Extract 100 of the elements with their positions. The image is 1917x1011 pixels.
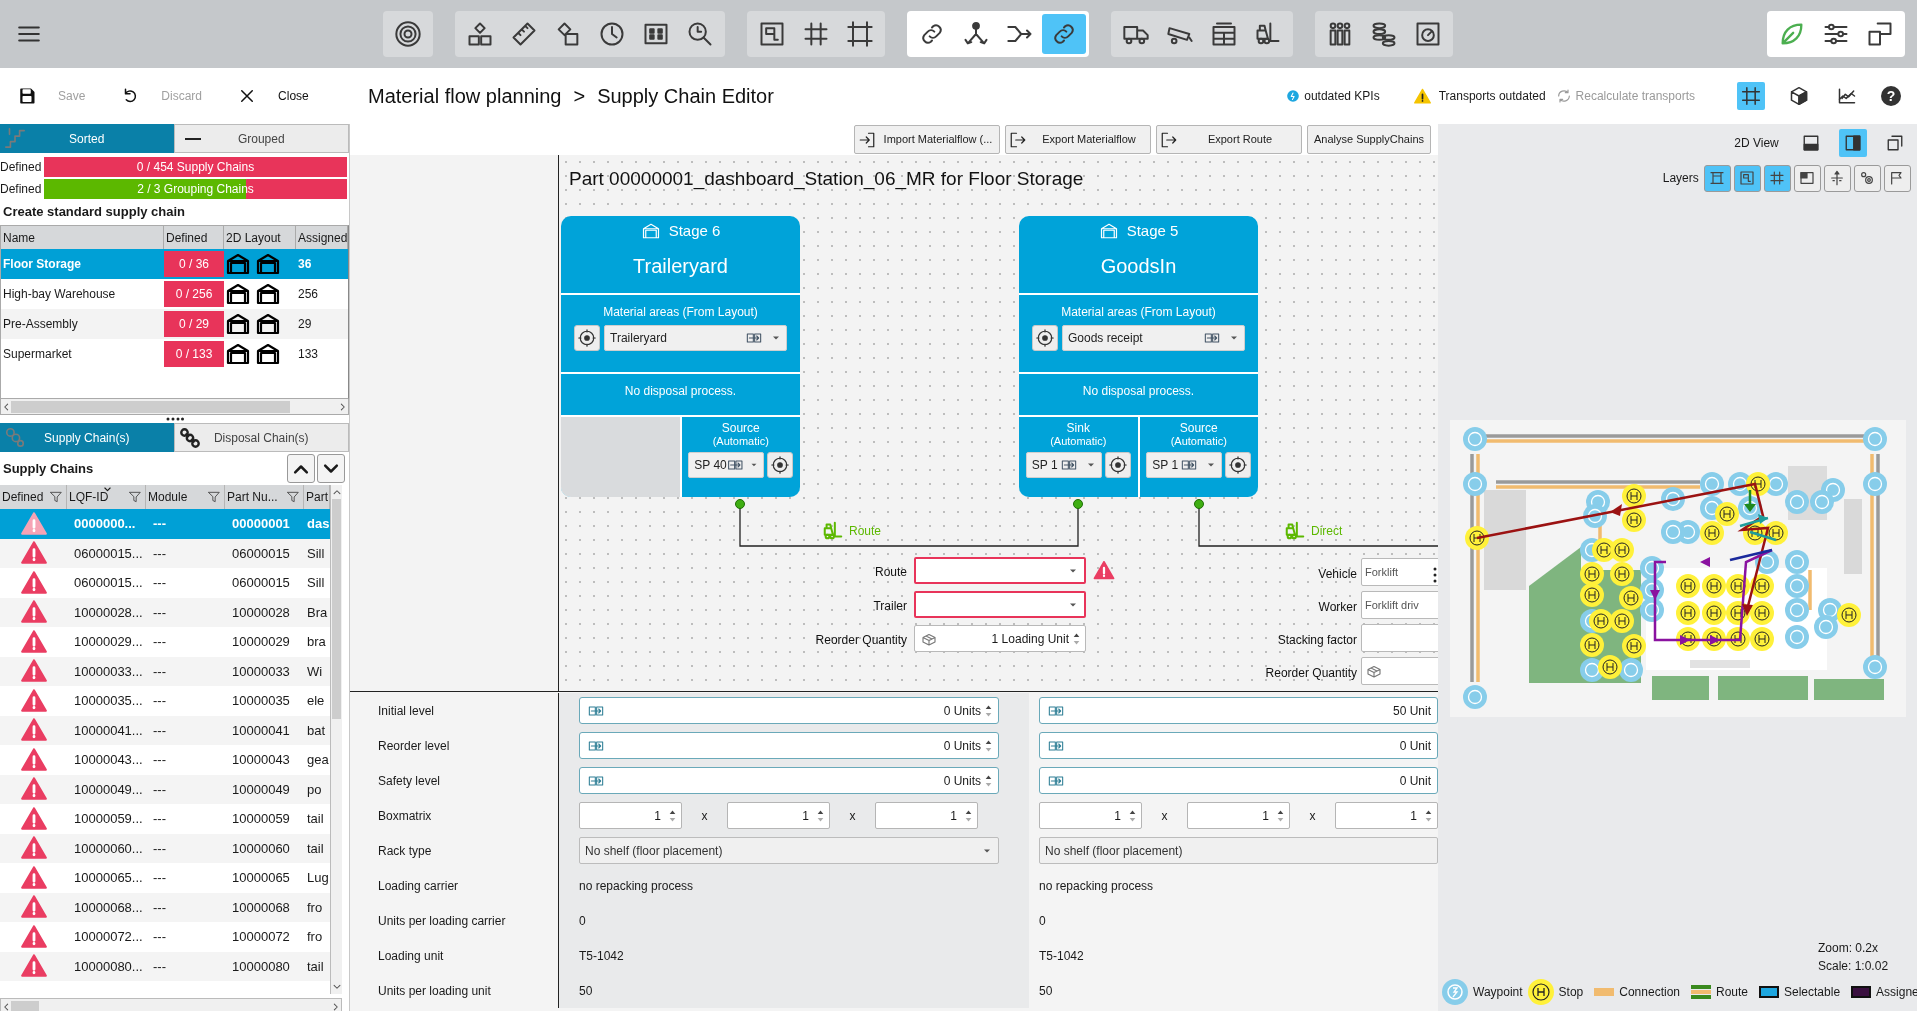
table-cell-text: fro bbox=[306, 928, 324, 946]
flag-button[interactable] bbox=[1883, 164, 1911, 192]
scrollbar-thumb[interactable] bbox=[11, 1001, 39, 1011]
chain-button[interactable] bbox=[1042, 14, 1086, 54]
analyse-button[interactable]: Analyse SupplyChains bbox=[1307, 125, 1431, 154]
warehouse-icon bbox=[256, 342, 280, 366]
column-header[interactable]: Module bbox=[148, 488, 188, 506]
filter-icon[interactable] bbox=[128, 490, 142, 504]
table-row[interactable]: 06000015... --- 06000015 Sill bbox=[0, 538, 330, 568]
filter-icon[interactable] bbox=[207, 490, 221, 504]
number-field[interactable]: 1 bbox=[579, 802, 682, 829]
unit-field[interactable]: 0 Unit bbox=[1039, 732, 1438, 759]
select-field[interactable]: No shelf (floor placement) bbox=[1039, 837, 1438, 864]
table-row[interactable]: Pre-Assembly 0 / 29 29 bbox=[1, 309, 348, 339]
point-dropdown[interactable]: SP 40 bbox=[688, 452, 765, 478]
table-row[interactable]: 10000080... --- 10000080 tail bbox=[0, 951, 330, 981]
locate-button[interactable] bbox=[1225, 452, 1252, 478]
help-button[interactable]: ? bbox=[1881, 86, 1901, 106]
export-button[interactable]: Export Materialflow bbox=[1005, 125, 1151, 154]
import-button[interactable]: Import Materialflow (... bbox=[854, 125, 1000, 154]
point-dropdown[interactable]: SP 1 bbox=[1025, 452, 1102, 478]
splitter-handle[interactable] bbox=[165, 417, 184, 421]
table-row[interactable]: 10000068... --- 10000068 fro bbox=[0, 892, 330, 922]
filter-icon[interactable] bbox=[49, 490, 63, 504]
field-label: Reorder Quantity bbox=[1264, 665, 1357, 682]
floorplan-button[interactable] bbox=[1733, 164, 1761, 192]
number-field[interactable]: 1 bbox=[727, 802, 830, 829]
scrollbar-thumb[interactable] bbox=[11, 400, 290, 413]
table-row[interactable]: 10000049... --- 10000049 po bbox=[0, 774, 330, 804]
column-header[interactable]: Part bbox=[306, 488, 328, 506]
tab[interactable]: Supply Chain(s) bbox=[0, 423, 174, 452]
tab[interactable]: Disposal Chain(s) bbox=[173, 423, 349, 452]
tab[interactable]: Sorted bbox=[0, 124, 174, 153]
table-row[interactable]: 10000041... --- 10000041 bat bbox=[0, 715, 330, 745]
select-field[interactable]: No shelf (floor placement) bbox=[579, 837, 999, 864]
table-cell-text: tail bbox=[306, 810, 325, 828]
gears-button[interactable] bbox=[1853, 164, 1881, 192]
unit-field[interactable]: 50 Unit bbox=[1039, 697, 1438, 724]
panelright-icon bbox=[1843, 134, 1862, 152]
quantity-field[interactable] bbox=[1361, 657, 1438, 685]
horizontal-scrollbar[interactable] bbox=[0, 998, 342, 1011]
number-field[interactable]: 1 bbox=[875, 802, 978, 829]
compass-button[interactable] bbox=[1823, 164, 1851, 192]
move-up-button[interactable] bbox=[287, 454, 315, 483]
sort-icon[interactable] bbox=[103, 485, 112, 494]
locate-button[interactable] bbox=[574, 325, 600, 351]
locate-button[interactable] bbox=[1104, 452, 1131, 478]
breadcrumb-link[interactable]: Material flow planning bbox=[368, 81, 562, 111]
select-field[interactable] bbox=[914, 591, 1086, 618]
tab[interactable]: Grouped bbox=[173, 124, 349, 153]
section-heading: Supply Chains bbox=[3, 459, 94, 478]
table-cell-text: 10000043 bbox=[231, 751, 291, 769]
export-route-button[interactable]: Export Route bbox=[1156, 125, 1302, 154]
unit-field[interactable]: 0 Units bbox=[579, 767, 999, 794]
input-field[interactable]: Forklift driv bbox=[1361, 591, 1438, 619]
unit-field[interactable]: 0 Units bbox=[579, 732, 999, 759]
table-row[interactable]: 10000033... --- 10000033 Wi bbox=[0, 656, 330, 686]
number-field[interactable]: 1 bbox=[1039, 802, 1142, 829]
frameselect-icon bbox=[1741, 86, 1761, 106]
layerframe-button[interactable] bbox=[1703, 164, 1731, 192]
filter-icon[interactable] bbox=[286, 490, 300, 504]
area-dropdown[interactable]: Goods receipt bbox=[1062, 325, 1245, 351]
input-field[interactable]: Forklift bbox=[1361, 558, 1438, 586]
number-field[interactable]: 1 bbox=[1335, 802, 1438, 829]
column-header[interactable]: Defined bbox=[2, 488, 44, 506]
defined-count: 0 / 133 bbox=[164, 341, 224, 367]
input-field[interactable] bbox=[1361, 624, 1438, 652]
warning-icon bbox=[1413, 87, 1431, 105]
table-row[interactable]: 10000028... --- 10000028 Bra bbox=[0, 597, 330, 627]
splitter-handle[interactable] bbox=[1433, 567, 1437, 583]
locate-button[interactable] bbox=[767, 452, 794, 478]
number-field[interactable]: 1 bbox=[1187, 802, 1290, 829]
column-header[interactable]: LQF-ID bbox=[69, 488, 109, 506]
shade-button[interactable] bbox=[1793, 164, 1821, 192]
horizontal-scrollbar[interactable] bbox=[0, 399, 349, 415]
grid-button[interactable] bbox=[1763, 164, 1791, 192]
defined-count: 0 / 36 bbox=[164, 251, 224, 277]
locate-button[interactable] bbox=[1032, 325, 1058, 351]
unit-field[interactable]: 0 Units bbox=[579, 697, 999, 724]
export-icon bbox=[1009, 130, 1027, 149]
point-dropdown[interactable]: SP 1 bbox=[1146, 452, 1223, 478]
quantity-field[interactable]: 1 Loading Unit bbox=[914, 625, 1086, 652]
progress-text: 0 / 454 Supply Chains bbox=[135, 159, 256, 176]
close-button[interactable]: Close bbox=[238, 87, 309, 105]
frameselect-button[interactable] bbox=[1737, 82, 1765, 110]
area-dropdown[interactable]: Traileryard bbox=[604, 325, 787, 351]
scrollbar-thumb[interactable] bbox=[332, 499, 341, 719]
table-row[interactable]: Floor Storage 0 / 36 36 bbox=[1, 249, 348, 279]
panelright-button[interactable] bbox=[1838, 129, 1867, 157]
table-row[interactable]: 10000060... --- 10000060 tail bbox=[0, 833, 330, 863]
unit-field[interactable]: 0 Unit bbox=[1039, 767, 1438, 794]
move-down-button[interactable] bbox=[317, 454, 345, 483]
stop-icon bbox=[1527, 979, 1554, 1005]
column-header[interactable]: Part Nu... bbox=[227, 488, 278, 506]
table-cell-text: ele bbox=[306, 692, 326, 710]
view-label: 2D View bbox=[1734, 135, 1779, 152]
field-value: no repacking process bbox=[1039, 877, 1154, 895]
select-field[interactable] bbox=[914, 557, 1086, 584]
field-label: Loading carrier bbox=[378, 877, 459, 895]
vertical-scrollbar[interactable] bbox=[330, 485, 342, 994]
